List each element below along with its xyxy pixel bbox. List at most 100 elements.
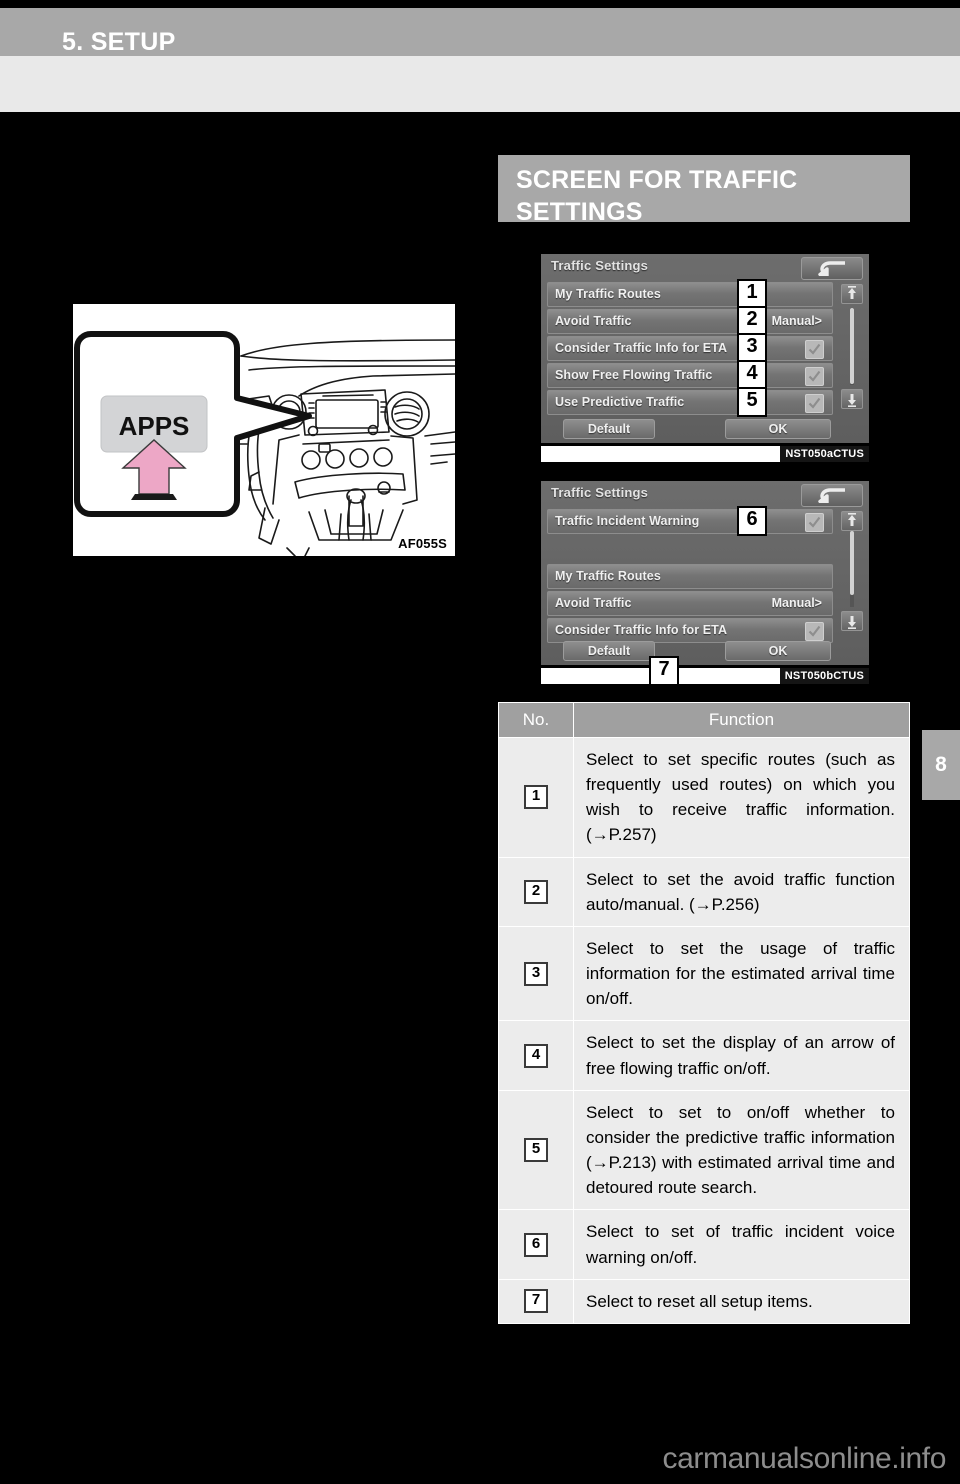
ok-label: OK — [768, 422, 788, 436]
callout-badge-5: 5 — [737, 387, 767, 417]
traffic-settings-screen-2: Traffic Settings Traffic Incident Warnin… — [541, 481, 869, 665]
check-icon — [808, 370, 821, 382]
dashboard-illustration-svg: APPS — [74, 331, 455, 556]
back-arrow-icon — [818, 488, 845, 503]
screen-title: Traffic Settings — [551, 258, 649, 273]
nav-screenshot-2: Traffic Settings Traffic Incident Warnin… — [535, 475, 875, 690]
row-number-cell: 5 — [498, 1089, 574, 1211]
table-row: 3 Select to set the usage of traffic inf… — [498, 925, 910, 1022]
page-title: 2. TRAFFIC SETTINGS — [58, 119, 425, 157]
dashboard-illustration: APPS AF055S — [70, 301, 458, 559]
row-function-cell: Select to reset all setup items. — [573, 1278, 910, 1324]
scroll-down-button[interactable] — [841, 611, 863, 631]
scroll-up-icon — [848, 513, 856, 526]
row-function-cell: Select to set of traffic incident voice … — [573, 1209, 910, 1280]
table-row: 7 Select to reset all setup items. — [498, 1278, 910, 1324]
row-number-cell: 7 — [498, 1278, 574, 1324]
scroll-up-button[interactable] — [841, 284, 863, 304]
scroll-thumb[interactable] — [850, 308, 854, 384]
row-number-cell: 2 — [498, 856, 574, 927]
setting-row[interactable]: Show Free Flowing Traffic — [547, 363, 833, 388]
scrollbar[interactable] — [841, 284, 863, 409]
row-function-cell: Select to set to on/off whether to consi… — [573, 1089, 910, 1211]
ok-button[interactable]: OK — [725, 641, 831, 661]
traffic-settings-screen-1: Traffic Settings My Traffic Routes Avoid… — [541, 254, 869, 443]
row-number-badge: 6 — [524, 1232, 548, 1257]
section-heading: SCREEN FOR TRAFFIC SETTINGS — [516, 166, 798, 226]
setting-label: Traffic Incident Warning — [555, 514, 700, 528]
scroll-up-icon — [848, 286, 856, 299]
setting-label: Use Predictive Traffic — [555, 395, 685, 409]
back-button[interactable] — [801, 257, 863, 280]
scroll-down-icon — [848, 616, 856, 629]
apps-button-label: APPS — [119, 411, 190, 441]
row-number-badge: 4 — [524, 1043, 548, 1068]
site-watermark: carmanualsonline.info — [662, 1442, 947, 1475]
check-icon — [808, 516, 821, 528]
setting-row[interactable]: Avoid Traffic Manual> — [547, 591, 833, 616]
default-button[interactable]: Default — [563, 419, 655, 439]
setting-label: My Traffic Routes — [555, 287, 661, 301]
setting-label: My Traffic Routes — [555, 569, 661, 583]
table-row: 5 Select to set to on/off whether to con… — [498, 1089, 910, 1211]
row-number-cell: 3 — [498, 925, 574, 1022]
table-row: 6 Select to set of traffic incident voic… — [498, 1209, 910, 1280]
scroll-down-icon — [848, 394, 856, 407]
column-header-function: Function — [573, 702, 910, 738]
checkbox[interactable] — [805, 622, 824, 641]
check-icon — [808, 625, 821, 637]
setting-value: Manual> — [771, 596, 822, 610]
setting-value: Manual> — [771, 314, 822, 328]
setting-label: Consider Traffic Info for ETA — [555, 341, 728, 355]
default-label: Default — [587, 644, 631, 658]
scroll-down-button[interactable] — [841, 389, 863, 409]
ok-label: OK — [768, 644, 788, 658]
setting-row[interactable]: My Traffic Routes — [547, 282, 833, 307]
row-number-badge: 2 — [524, 879, 548, 904]
default-button[interactable]: Default — [563, 641, 655, 661]
setting-row[interactable]: Use Predictive Traffic — [547, 390, 833, 415]
callout-badge-1: 1 — [737, 279, 767, 309]
chapter-number: 8 — [935, 753, 947, 776]
column-header-no: No. — [498, 702, 574, 738]
row-function-cell: Select to set the display of an arrow of… — [573, 1020, 910, 1091]
callout-badge-2: 2 — [737, 306, 767, 336]
checkbox[interactable] — [805, 367, 824, 386]
row-number-badge: 7 — [524, 1289, 548, 1314]
chapter-label: 5. SETUP — [62, 28, 176, 56]
title-band: 2. TRAFFIC SETTINGS — [0, 56, 960, 157]
setting-label: Consider Traffic Info for ETA — [555, 623, 728, 637]
callout-badge-6: 6 — [737, 506, 767, 536]
setting-row[interactable]: My Traffic Routes — [547, 564, 833, 589]
chapter-band: 5. SETUP — [0, 8, 960, 56]
section-header: SCREEN FOR TRAFFIC SETTINGS — [498, 155, 910, 226]
row-number-badge: 1 — [524, 785, 548, 810]
scroll-up-button[interactable] — [841, 511, 863, 531]
setting-row[interactable]: Traffic Incident Warning — [547, 509, 833, 534]
manual-page: 5. SETUP 2. TRAFFIC SETTINGS 8 APPS AF05… — [0, 0, 960, 1484]
callout-badge-7: 7 — [649, 656, 679, 686]
row-function-cell: Select to set the avoid traffic function… — [573, 856, 910, 927]
chapter-number-tab: 8 — [922, 730, 960, 800]
scroll-thumb[interactable] — [850, 531, 854, 595]
row-number-badge: 3 — [524, 961, 548, 986]
default-label: Default — [587, 422, 631, 436]
back-arrow-icon — [818, 261, 845, 276]
checkbox[interactable] — [805, 340, 824, 359]
back-button[interactable] — [801, 484, 863, 507]
table-row: 2 Select to set the avoid traffic functi… — [498, 856, 910, 927]
screen-title: Traffic Settings — [551, 485, 649, 500]
checkbox[interactable] — [805, 394, 824, 413]
setting-row[interactable]: Avoid Traffic Manual> — [547, 309, 833, 334]
ok-button[interactable]: OK — [725, 419, 831, 439]
setting-row[interactable]: Consider Traffic Info for ETA — [547, 336, 833, 361]
checkbox[interactable] — [805, 513, 824, 532]
figure-code: AF055S — [398, 536, 447, 551]
row-number-badge: 5 — [524, 1138, 548, 1163]
row-number-cell: 6 — [498, 1209, 574, 1280]
screenshot-code: NST050bCTUS — [779, 668, 869, 684]
setting-row[interactable]: Consider Traffic Info for ETA — [547, 618, 833, 643]
scrollbar[interactable] — [841, 511, 863, 631]
row-number-cell: 1 — [498, 737, 574, 858]
setting-label: Avoid Traffic — [555, 314, 632, 328]
